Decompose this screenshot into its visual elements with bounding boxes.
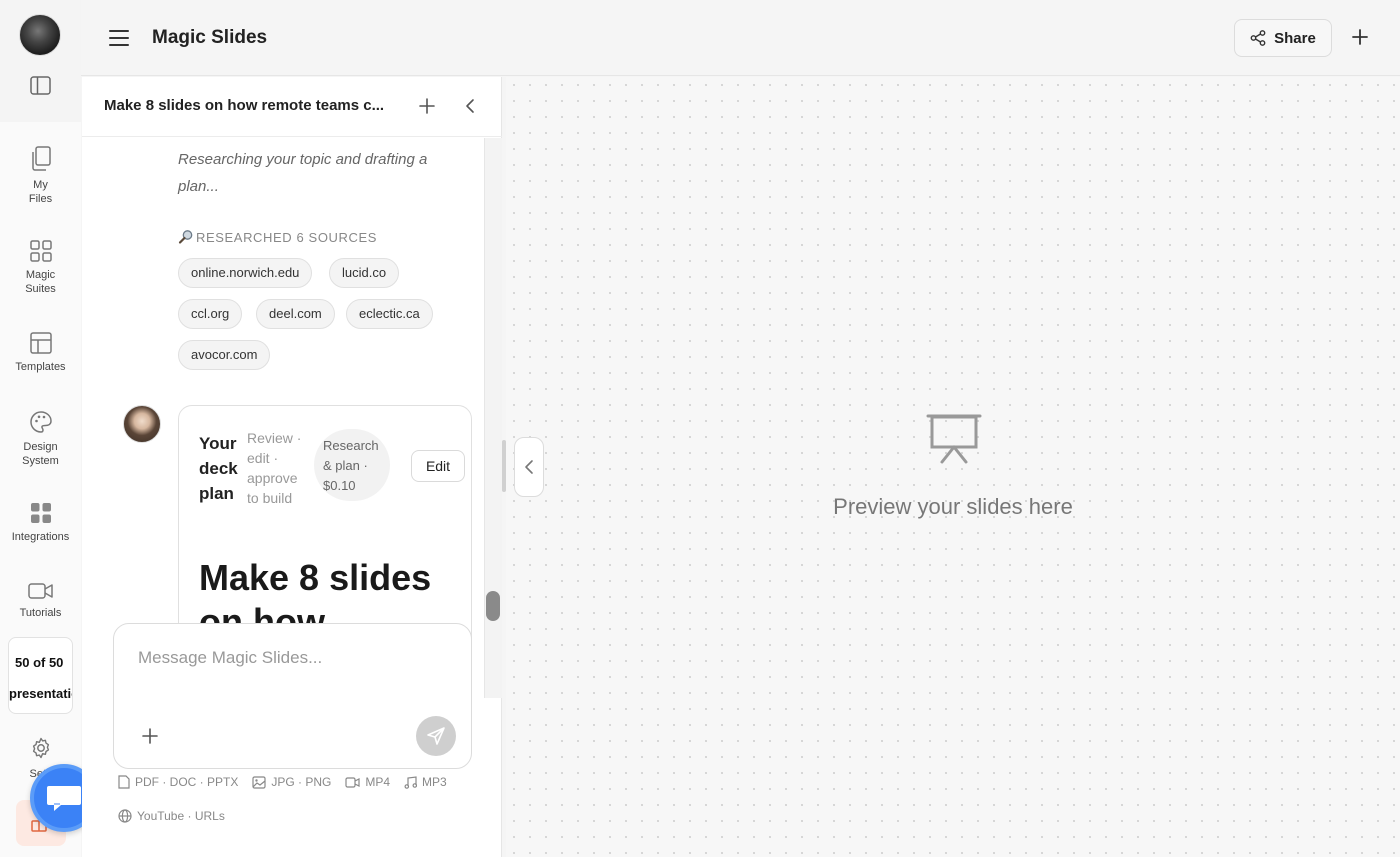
chat-panel: Make 8 slides on how remote teams c... R… (82, 77, 502, 857)
sources-heading-text: RESEARCHED 6 SOURCES (196, 229, 378, 245)
source-chip[interactable]: eclectic.ca (346, 299, 433, 329)
music-note-icon (404, 775, 418, 789)
sidebar-item-my-files[interactable]: My Files (0, 146, 81, 206)
image-icon (252, 775, 266, 789)
sidebar-label: System (22, 455, 59, 467)
chat-bubble-icon (47, 786, 81, 811)
format-doc: PDF · DOC · PPTX (118, 775, 238, 789)
message-composer (113, 623, 472, 769)
globe-icon (118, 809, 132, 823)
sources-heading: RESEARCHED 6 SOURCES (178, 229, 377, 245)
integrations-icon (30, 503, 51, 523)
sidebar-label: Magic (25, 269, 56, 281)
assistant-avatar (123, 405, 161, 443)
plan-cost-badge: Research & plan · $0.10 (314, 429, 390, 501)
sidebar-label: Templates (15, 361, 66, 373)
template-icon (29, 332, 52, 354)
source-chip[interactable]: avocor.com (178, 340, 271, 370)
sidebar-label: Tutorials (19, 607, 62, 619)
edit-plan-button[interactable]: Edit (411, 450, 465, 482)
sidebar-label: Design (23, 441, 58, 453)
format-links-label: YouTube · URLs (137, 809, 225, 823)
message-input[interactable] (138, 648, 438, 668)
sidebar-item-integrations[interactable]: Integrations (0, 502, 81, 544)
presentation-quota: 50 of 50 presentatio (8, 637, 73, 714)
gear-icon (32, 737, 49, 759)
grid-icon (29, 240, 52, 262)
send-button[interactable] (416, 716, 456, 756)
new-presentation-icon[interactable] (1351, 28, 1369, 46)
plan-title: Your deck plan (199, 434, 238, 503)
source-chip[interactable]: ccl.org (178, 299, 243, 329)
chevron-left-icon (525, 460, 533, 474)
chat-messages[interactable]: Researching your topic and drafting a pl… (82, 138, 484, 698)
sidebar-label: Suites (25, 283, 56, 295)
research-status: Researching your topic and drafting a pl… (178, 151, 428, 195)
sidebar-toggle-icon[interactable] (30, 76, 51, 95)
share-label: Share (1274, 29, 1316, 47)
palette-icon (29, 411, 52, 433)
format-audio-label: MP3 (422, 775, 447, 789)
source-chip[interactable]: lucid.co (329, 258, 400, 288)
send-icon (427, 727, 445, 745)
sidebar-label: Files (28, 193, 53, 205)
quota-unit: presentatio (9, 686, 73, 701)
new-chat-icon[interactable] (418, 97, 436, 115)
plan-subtitle: Review · edit · approve to build (247, 430, 302, 506)
sidebar-item-tutorials[interactable]: Tutorials (0, 582, 81, 620)
chat-scrollbar-thumb[interactable] (486, 591, 500, 621)
files-icon (31, 146, 51, 171)
source-chip[interactable]: online.norwich.edu (178, 258, 313, 288)
quota-count: 50 of 50 (15, 655, 64, 670)
toggle-chat-panel-button[interactable] (514, 437, 544, 497)
left-rail: My Files Magic Suites Templates Design Syst… (0, 0, 81, 857)
preview-placeholder-text: Preview your slides here (833, 494, 1073, 519)
sidebar-label: Integrations (11, 531, 70, 543)
format-doc-label: PDF · DOC · PPTX (135, 775, 239, 789)
slide-preview-canvas: Preview your slides here (506, 77, 1400, 857)
source-chip[interactable]: deel.com (256, 299, 335, 329)
app-title: Magic Slides (152, 27, 268, 48)
document-icon (118, 775, 130, 789)
video-icon (27, 583, 53, 599)
format-image: JPG · PNG (252, 775, 331, 789)
format-video-label: MP4 (365, 775, 391, 789)
format-image-label: JPG · PNG (271, 775, 332, 789)
presentation-board-icon (926, 414, 982, 464)
share-icon (1250, 30, 1266, 46)
chat-title: Make 8 slides on how remote teams c... (104, 97, 385, 114)
sidebar-item-magic-suites[interactable]: Magic Suites (0, 240, 81, 296)
format-video: MP4 (345, 775, 390, 789)
top-header: Magic Slides Share (81, 0, 1400, 76)
supported-formats-row: PDF · DOC · PPTX JPG · PNG MP4 MP3 (118, 775, 455, 789)
format-audio: MP3 (404, 775, 447, 789)
collapse-panel-icon[interactable] (462, 97, 478, 115)
menu-icon[interactable] (109, 28, 129, 48)
magnifier-icon (178, 230, 193, 244)
sidebar-label: My (33, 179, 48, 191)
share-button[interactable]: Share (1234, 19, 1332, 57)
format-links: YouTube · URLs (118, 809, 225, 823)
account-avatar[interactable] (19, 14, 61, 56)
supported-links-row: YouTube · URLs (118, 809, 233, 823)
sidebar-item-design-system[interactable]: Design System (0, 410, 81, 468)
sidebar-item-templates[interactable]: Templates (0, 332, 81, 374)
attach-plus-icon[interactable] (142, 728, 158, 744)
video-small-icon (345, 776, 360, 788)
chat-header: Make 8 slides on how remote teams c... (82, 77, 502, 137)
